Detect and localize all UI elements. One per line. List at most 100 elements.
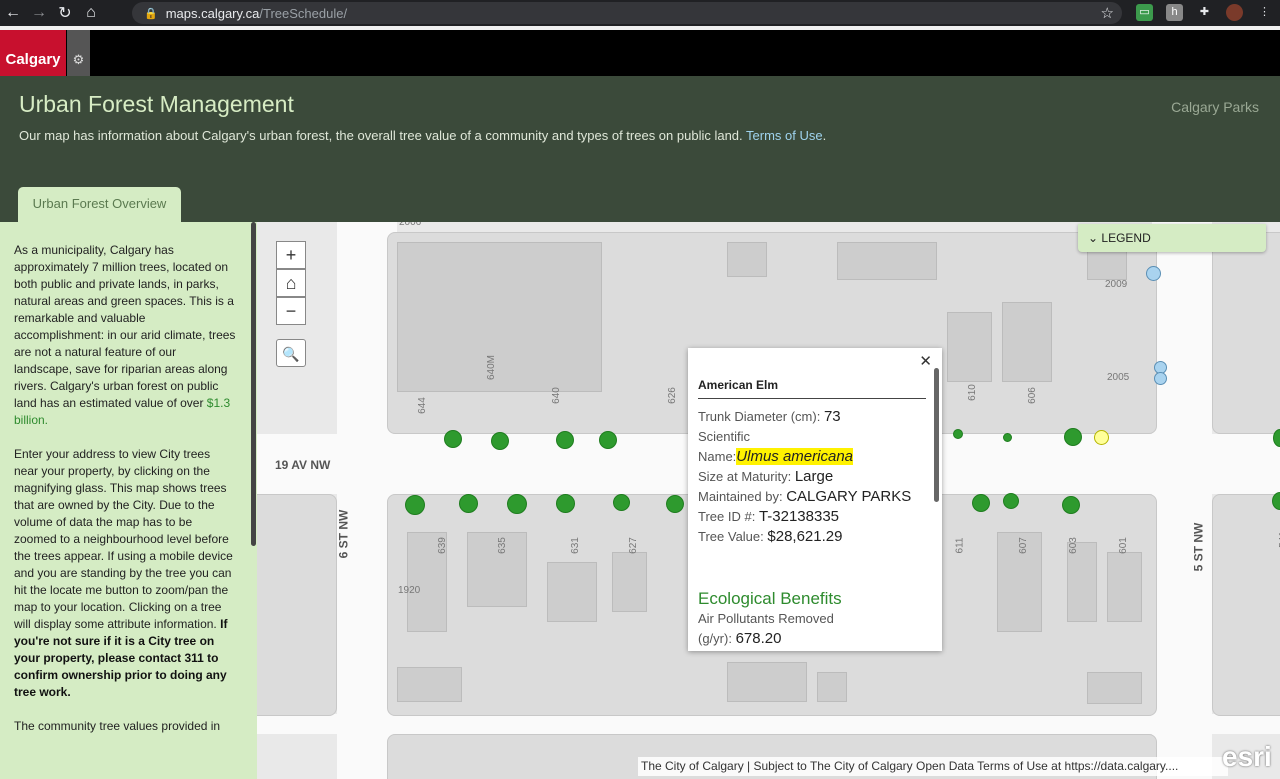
building — [397, 242, 602, 392]
tree-marker[interactable] — [1064, 428, 1082, 446]
lot-label: 611 — [954, 537, 966, 554]
tree-marker-selected[interactable] — [1094, 430, 1109, 445]
puzzle-icon[interactable]: ✚ — [1196, 4, 1213, 21]
tree-marker[interactable] — [405, 495, 425, 515]
tree-marker[interactable] — [556, 431, 574, 449]
building — [1067, 542, 1097, 622]
home-button[interactable]: ⌂ — [276, 269, 306, 297]
zoom-out-button[interactable]: − — [276, 297, 306, 325]
map-attribution: The City of Calgary | Subject to The Cit… — [638, 757, 1228, 776]
tree-marker[interactable] — [1062, 496, 1080, 514]
tree-marker[interactable] — [613, 494, 630, 511]
size-label: Size at Maturity: — [698, 469, 792, 484]
lot-label: 606 — [1026, 387, 1038, 404]
popup-row: Air Pollutants Removed — [698, 609, 926, 629]
building — [727, 662, 807, 702]
menu-icon[interactable]: ⋮ — [1256, 4, 1273, 21]
popup-row: Size at Maturity: Large — [698, 467, 926, 487]
page-title: Urban Forest Management — [19, 91, 294, 117]
address-bar[interactable]: 🔒 maps.calgary.ca/TreeSchedule/ ☆ — [132, 2, 1122, 24]
sci-label: Name: — [698, 449, 737, 464]
lot-label: 603 — [1067, 537, 1079, 554]
home-icon[interactable]: ⌂ — [78, 4, 104, 22]
bookmark-star-icon[interactable]: ☆ — [1101, 4, 1114, 22]
lock-icon: 🔒 — [144, 7, 158, 20]
building — [397, 667, 462, 702]
popup-title: American Elm — [698, 378, 926, 399]
department-label: Calgary Parks — [1171, 99, 1259, 115]
lot-label: 2009 — [1105, 279, 1128, 290]
tab-urban-forest-overview[interactable]: Urban Forest Overview — [18, 187, 181, 222]
lot-label: 635 — [496, 537, 508, 554]
forward-icon[interactable]: → — [26, 4, 52, 22]
tree-marker[interactable] — [444, 430, 462, 448]
tree-marker[interactable] — [507, 494, 527, 514]
chevron-down-icon: ⌄ — [1088, 231, 1099, 245]
building — [727, 242, 767, 277]
tree-marker-other[interactable] — [1146, 266, 1161, 281]
zoom-in-button[interactable]: + — [276, 241, 306, 269]
reload-icon[interactable]: ↻ — [52, 3, 78, 23]
street-label: 5 ST NW — [1191, 522, 1206, 572]
map-view[interactable]: 19 AV NW 6 ST NW 5 ST NW 2006 2009 2005 … — [257, 222, 1280, 779]
sidebar-text: As a municipality, Calgary has approxima… — [14, 243, 236, 410]
tree-marker[interactable] — [972, 494, 990, 512]
maint-value: CALGARY PARKS — [786, 488, 912, 505]
building — [947, 312, 992, 382]
maint-label: Maintained by: — [698, 489, 783, 504]
tree-marker[interactable] — [1003, 433, 1012, 442]
terms-link[interactable]: Terms of Use — [746, 128, 823, 143]
sci-value: Ulmus americana — [736, 448, 854, 465]
sidebar-paragraph: Enter your address to view City trees ne… — [14, 446, 236, 701]
sidebar-paragraph: As a municipality, Calgary has approxima… — [14, 242, 236, 429]
back-icon[interactable]: ← — [0, 4, 26, 22]
tree-marker[interactable] — [459, 494, 478, 513]
url-host: maps.calgary.ca — [165, 5, 260, 21]
tree-marker[interactable] — [556, 494, 575, 513]
tree-marker[interactable] — [666, 495, 684, 513]
sidebar-text: Enter your address to view City trees ne… — [14, 447, 233, 631]
popup-row: Tree ID #: T-32138335 — [698, 507, 926, 527]
popup-row: Scientific — [698, 427, 926, 447]
lot-label: 607 — [1017, 537, 1029, 554]
building — [547, 562, 597, 622]
legend-toggle[interactable]: ⌄ LEGEND — [1078, 224, 1266, 252]
popup-row: Maintained by: CALGARY PARKS — [698, 487, 926, 507]
air-label: (g/yr): — [698, 631, 732, 646]
extension-icon[interactable]: ▭ — [1136, 4, 1153, 21]
sci-label: Scientific — [698, 429, 751, 444]
lot-label: 610 — [966, 384, 978, 401]
tree-info-popup: ✕ American Elm Trunk Diameter (cm): 73 S… — [688, 348, 942, 651]
lot-label: 640M — [486, 354, 498, 381]
popup-row: Trunk Diameter (cm): 73 — [698, 407, 926, 427]
tree-marker[interactable] — [953, 429, 963, 439]
popup-scrollbar[interactable] — [934, 368, 939, 502]
calgary-logo[interactable]: Calgary — [0, 30, 66, 76]
lot-label: 2006 — [399, 222, 422, 228]
size-value: Large — [794, 468, 834, 485]
esri-logo: esri — [1222, 741, 1272, 772]
tree-marker[interactable] — [1273, 429, 1280, 447]
city-block — [1212, 494, 1280, 716]
building — [1107, 552, 1142, 622]
sidebar-scroll-thumb[interactable] — [251, 222, 256, 546]
id-label: Tree ID #: — [698, 509, 756, 524]
popup-row: (g/yr): 678.20 — [698, 629, 926, 649]
building — [817, 672, 847, 702]
tree-marker[interactable] — [491, 432, 509, 450]
tree-marker[interactable] — [1003, 493, 1019, 509]
lot-label: 639 — [436, 537, 448, 554]
id-value: T-32138335 — [758, 508, 840, 525]
tree-marker-other[interactable] — [1154, 372, 1167, 385]
close-icon[interactable]: ✕ — [919, 352, 932, 370]
tree-marker[interactable] — [599, 431, 617, 449]
building — [612, 552, 647, 612]
extension-icon[interactable]: h — [1166, 4, 1183, 21]
subtitle-text: Our map has information about Calgary's … — [19, 128, 743, 143]
lot-label: 640 — [550, 387, 562, 404]
search-button[interactable]: 🔍 — [276, 339, 306, 367]
tree-value: $28,621.29 — [767, 528, 843, 545]
city-block — [1212, 232, 1280, 434]
road-5-st — [1152, 222, 1212, 779]
avatar[interactable] — [1226, 4, 1243, 21]
